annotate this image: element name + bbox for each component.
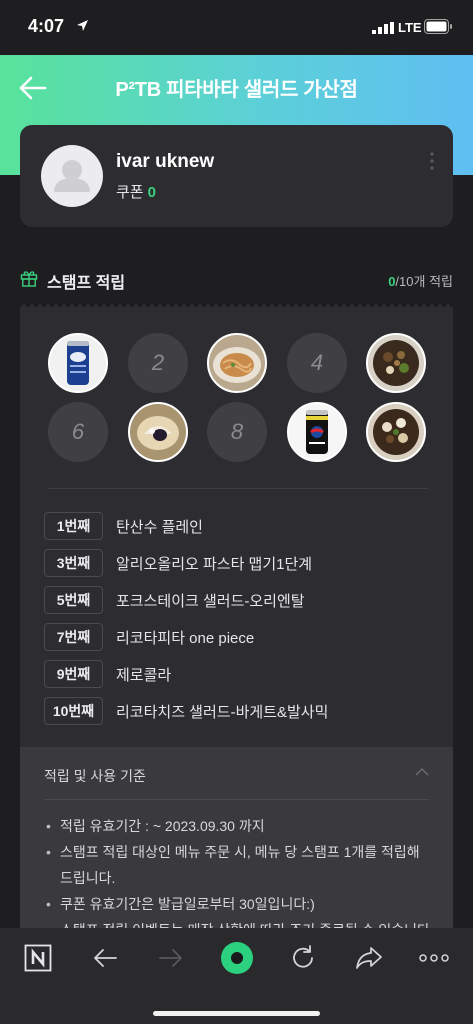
stamp-title: 스탬프 적립 [47, 275, 126, 292]
back-button[interactable] [87, 943, 123, 973]
criteria-title: 적립 및 사용 기준 [44, 768, 146, 784]
coupon-label: 쿠폰 [116, 184, 144, 201]
stamp-slot-5 [366, 333, 426, 393]
browser-toolbar [0, 928, 473, 1024]
reward-row: 9번째 제로콜라 [44, 660, 444, 690]
reward-item: 알리오올리오 파스타 맵기1단계 [116, 556, 313, 573]
home-indicator [153, 1011, 320, 1016]
criteria-section: 적립 및 사용 기준 적립 유효기간 : ~ 2023.09.30 까지 스탬프… [20, 747, 453, 943]
criteria-list: 적립 유효기간 : ~ 2023.09.30 까지 스탬프 적립 대상인 메뉴 … [44, 813, 436, 943]
stamp-slot-7 [128, 402, 188, 462]
arrow-left-icon [94, 949, 117, 967]
stamp-divider [48, 488, 428, 489]
stamp-slot-3 [207, 333, 267, 393]
network-label: LTE [398, 20, 422, 35]
refresh-button[interactable] [285, 943, 321, 973]
criteria-item: 스탬프 적립 대상인 메뉴 주문 시, 메뉴 당 스탬프 1개를 적립해 드립니… [44, 839, 436, 891]
stamp-slot-10 [366, 402, 426, 462]
user-placeholder-icon [54, 160, 90, 192]
reward-row: 1번째 탄산수 플레인 [44, 512, 444, 542]
green-dot-button[interactable] [218, 941, 256, 975]
more-button[interactable] [416, 943, 452, 973]
status-time: 4:07 [28, 16, 65, 36]
stamp-panel: 2 4 6 8 1번째 탄산수 플레인 3번째 알리오올리오 파스타 맵기1단계… [20, 303, 453, 747]
soda-can-icon [50, 335, 106, 391]
profile-card: ivar uknew 쿠폰 0 [20, 125, 453, 227]
more-vertical-icon[interactable] [429, 151, 435, 171]
stamp-section-header: 스탬프 적립 0/10개 적립 [20, 266, 453, 296]
pita-icon [130, 404, 186, 460]
location-arrow-icon [77, 20, 88, 31]
stamp-slot-6: 6 [48, 402, 108, 462]
stamp-number: 2 [151, 350, 165, 375]
share-button[interactable] [351, 943, 387, 973]
salad-bowl-icon [368, 335, 424, 391]
reward-item: 포크스테이크 샐러드-오리엔탈 [116, 593, 305, 610]
salad-bowl-icon [368, 404, 424, 460]
battery-icon [424, 19, 452, 34]
status-bar: 4:07 LTE [0, 0, 473, 55]
chevron-up-icon[interactable] [415, 767, 429, 777]
arrow-right-icon [159, 949, 182, 967]
reward-order-badge: 5번째 [44, 586, 103, 614]
reward-item: 리코타피타 one piece [116, 630, 255, 647]
stamp-slot-9 [287, 402, 347, 462]
share-arrow-icon [356, 947, 382, 969]
stamp-progress: 0/10개 적립 [388, 271, 453, 290]
refresh-icon [293, 945, 313, 968]
reward-order-badge: 9번째 [44, 660, 103, 688]
stamp-number: 8 [230, 419, 244, 444]
stamp-total-text: /10개 적립 [395, 274, 453, 289]
reward-row: 7번째 리코타피타 one piece [44, 623, 444, 653]
naver-n-icon [24, 944, 52, 972]
stamp-slot-2: 2 [128, 333, 188, 393]
naver-home-button[interactable] [20, 943, 56, 973]
stamp-slot-4: 4 [287, 333, 347, 393]
page-title: P²TB 피타바타 샐러드 가산점 [115, 79, 358, 101]
reward-order-badge: 10번째 [44, 697, 103, 725]
criteria-item: 쿠폰 유효기간은 발급일로부터 30일입니다:) [44, 891, 436, 917]
ticket-edge [20, 303, 453, 309]
reward-item: 탄산수 플레인 [116, 519, 203, 536]
coupon-info[interactable]: 쿠폰 0 [116, 181, 156, 202]
forward-button[interactable] [153, 943, 189, 973]
coupon-count: 0 [147, 184, 156, 201]
reward-item: 제로콜라 [116, 667, 172, 684]
stamp-number: 6 [71, 419, 85, 444]
criteria-divider [44, 799, 429, 800]
green-dot-icon [221, 942, 253, 974]
stamp-slot-8: 8 [207, 402, 267, 462]
stamp-number: 4 [310, 350, 324, 375]
reward-order-badge: 3번째 [44, 549, 103, 577]
more-horizontal-icon [419, 954, 449, 962]
reward-row: 3번째 알리오올리오 파스타 맵기1단계 [44, 549, 444, 579]
stamp-slot-1 [48, 333, 108, 393]
criteria-item: 적립 유효기간 : ~ 2023.09.30 까지 [44, 813, 436, 839]
user-name: ivar uknew [116, 151, 215, 172]
reward-row: 10번째 리코타치즈 샐러드-바게트&발사믹 [44, 697, 444, 727]
signal-icon [372, 22, 394, 34]
gift-icon [20, 271, 38, 287]
reward-order-badge: 7번째 [44, 623, 103, 651]
avatar [41, 145, 103, 207]
reward-item: 리코타치즈 샐러드-바게트&발사믹 [116, 704, 329, 721]
reward-row: 5번째 포크스테이크 샐러드-오리엔탈 [44, 586, 444, 616]
pasta-bowl-icon [209, 335, 265, 391]
cola-can-icon [289, 404, 345, 460]
reward-order-badge: 1번째 [44, 512, 103, 540]
